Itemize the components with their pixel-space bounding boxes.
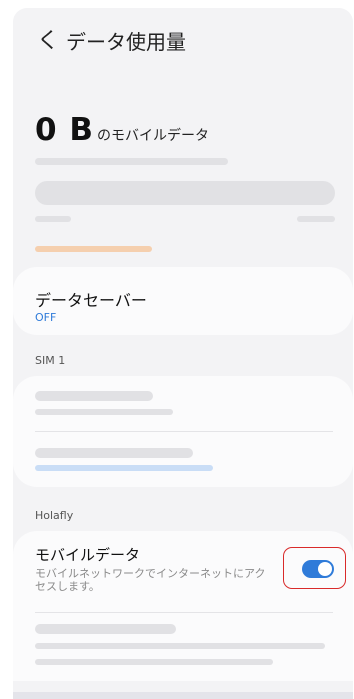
usage-progress-bar [35,246,152,252]
data-saver-item[interactable]: データセーバー OFF [13,267,353,335]
back-button[interactable]: く [37,29,59,55]
bottom-edge [13,692,353,699]
mobile-data-description: モバイルネットワークでインターネットにアクセスします。 [35,567,266,593]
skeleton-line [35,643,325,649]
holafly-card: モバイルデータ モバイルネットワークでインターネットにアクセスします。 [13,531,353,681]
usage-label: のモバイルデータ [97,128,209,144]
toggle-knob [318,562,332,576]
divider [35,612,333,613]
data-saver-status: OFF [35,311,57,324]
usage-amount: 0 B [35,112,94,148]
page-title: データ使用量 [66,30,186,54]
skeleton-line [35,391,153,401]
skeleton-line [35,659,273,665]
skeleton-line [35,158,228,165]
section-header-sim: SIM 1 [35,354,66,367]
section-header-holafly: Holafly [35,509,74,522]
skeleton-line [35,448,193,458]
skeleton-bar [35,181,335,205]
usage-summary: 0 B のモバイルデータ [35,112,209,148]
header: く データ使用量 [13,8,353,78]
divider [35,431,333,432]
skeleton-line [35,624,176,634]
data-saver-label: データセーバー [35,291,147,310]
data-usage-screen: く データ使用量 0 B のモバイルデータ データセーバー OFF SIM 1 H… [13,8,353,699]
mobile-data-toggle[interactable] [302,560,334,578]
skeleton-line [35,216,71,222]
skeleton-line [297,216,335,222]
skeleton-line [35,409,173,415]
sim-card [13,376,353,487]
mobile-data-title: モバイルデータ [35,546,141,564]
skeleton-progress-bar [35,465,213,471]
